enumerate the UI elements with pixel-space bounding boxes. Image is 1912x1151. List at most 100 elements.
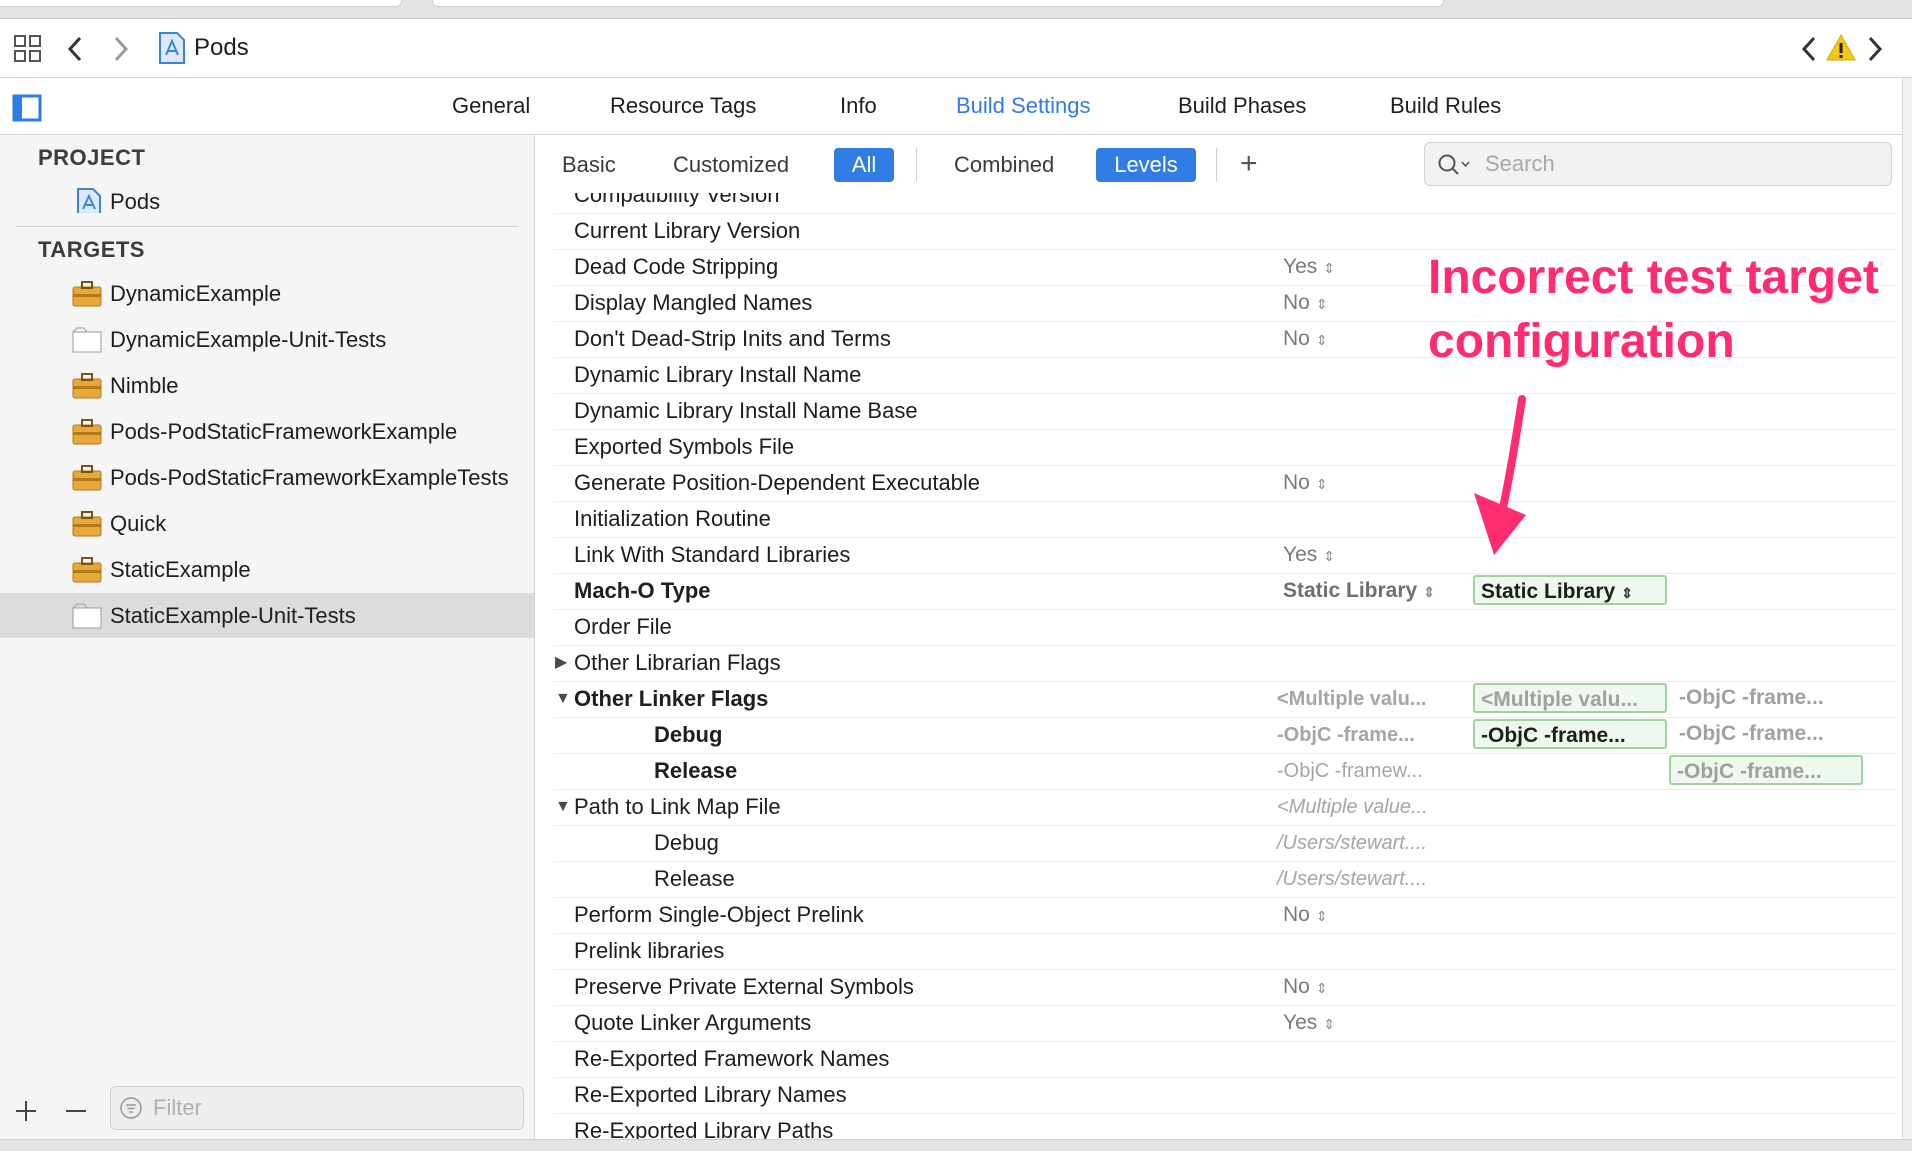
setting-row[interactable]: Debug -ObjC -frame... -ObjC -frame... -O… — [553, 717, 1896, 754]
filter-combined[interactable]: Combined — [954, 148, 1054, 182]
setting-name: Prelink libraries — [574, 938, 725, 963]
setting-row[interactable]: Release /Users/stewart.... — [553, 861, 1896, 898]
sidebar-filter-field[interactable]: Filter — [110, 1086, 524, 1130]
setting-row[interactable]: Preserve Private External Symbols No ⇕ — [553, 969, 1896, 1006]
setting-name: Order File — [574, 614, 672, 639]
setting-value[interactable]: Yes ⇕ — [1283, 1005, 1335, 1042]
remove-target-icon[interactable] — [64, 1099, 88, 1123]
setting-row[interactable]: ▶ Other Librarian Flags — [553, 645, 1896, 682]
window-tab-left[interactable] — [0, 0, 402, 7]
forward-arrow-icon[interactable] — [112, 35, 130, 63]
setting-value[interactable]: No ⇕ — [1283, 285, 1328, 322]
filter-basic[interactable]: Basic — [562, 148, 616, 182]
sidebar-item-target[interactable]: Quick — [0, 501, 534, 546]
project-level-value[interactable]: -ObjC -frame... — [1673, 719, 1830, 749]
prev-issue-icon[interactable] — [1800, 35, 1818, 63]
tab-info[interactable]: Info — [840, 78, 877, 134]
add-setting-button[interactable]: + — [1240, 144, 1258, 184]
setting-row[interactable]: Initialization Routine — [553, 501, 1896, 538]
setting-name: Generate Position-Dependent Executable — [574, 470, 981, 495]
setting-name: Other Linker Flags — [574, 686, 769, 711]
setting-value[interactable]: No ⇕ — [1283, 321, 1328, 358]
setting-row[interactable]: Release -ObjC -framew... -ObjC -frame... — [553, 753, 1896, 790]
setting-row[interactable]: Re-Exported Framework Names — [553, 1041, 1896, 1078]
next-issue-icon[interactable] — [1866, 35, 1884, 63]
setting-row[interactable]: Current Library Version — [553, 213, 1896, 250]
tab-general[interactable]: General — [452, 78, 530, 134]
setting-row[interactable]: Generate Position-Dependent Executable N… — [553, 465, 1896, 502]
sidebar-item-project-pods[interactable]: Pods — [0, 179, 534, 224]
stepper-icon: ⇕ — [1315, 332, 1328, 348]
window-bottom-strip — [0, 1139, 1912, 1151]
setting-value[interactable]: No ⇕ — [1283, 969, 1328, 1006]
disclosure-triangle-collapsed-icon[interactable]: ▶ — [555, 645, 567, 681]
filter-all[interactable]: All — [834, 148, 894, 182]
sidebar-item-target[interactable]: Pods-PodStaticFrameworkExampleTests — [0, 455, 534, 500]
setting-name: Dynamic Library Install Name — [574, 362, 862, 387]
setting-row[interactable]: Link With Standard Libraries Yes ⇕ — [553, 537, 1896, 574]
breadcrumb-pods[interactable]: Pods — [194, 19, 249, 77]
sidebar-item-target[interactable]: DynamicExample-Unit-Tests — [0, 317, 534, 362]
setting-value[interactable]: No ⇕ — [1283, 897, 1328, 934]
filter-customized[interactable]: Customized — [673, 148, 789, 182]
tab-resource-tags[interactable]: Resource Tags — [610, 78, 756, 134]
grid-icon[interactable] — [14, 35, 42, 63]
resolved-value: /Users/stewart.... — [1277, 868, 1428, 890]
setting-row[interactable]: Debug /Users/stewart.... — [553, 825, 1896, 862]
setting-row[interactable]: Perform Single-Object Prelink No ⇕ — [553, 897, 1896, 934]
project-level-value[interactable]: -ObjC -frame... — [1673, 683, 1830, 713]
sidebar-item-target-selected[interactable]: StaticExample-Unit-Tests — [0, 593, 534, 638]
filter-levels[interactable]: Levels — [1096, 148, 1196, 182]
tab-build-settings[interactable]: Build Settings — [956, 78, 1091, 134]
sidebar-item-target[interactable]: DynamicExample — [0, 271, 534, 316]
setting-row[interactable]: Compatibility Version — [553, 193, 1896, 214]
setting-row[interactable]: Re-Exported Library Names — [553, 1077, 1896, 1114]
setting-row-mach-o-type[interactable]: Mach-O Type Static Library ⇕ Static Libra… — [553, 573, 1896, 610]
resolved-value: <Multiple value... — [1277, 796, 1428, 818]
setting-value[interactable]: Yes ⇕ — [1283, 249, 1335, 286]
tab-build-rules[interactable]: Build Rules — [1390, 78, 1501, 134]
setting-value[interactable]: Yes ⇕ — [1283, 537, 1335, 574]
setting-name: Release — [654, 758, 738, 783]
setting-name: Dead Code Stripping — [574, 254, 779, 279]
stepper-icon: ⇕ — [1323, 1016, 1335, 1032]
setting-value[interactable]: No ⇕ — [1283, 465, 1328, 502]
target-level-value[interactable]: -ObjC -frame... — [1473, 719, 1667, 749]
warning-icon[interactable] — [1826, 33, 1856, 63]
segment-divider — [1216, 148, 1217, 182]
editor-tab-bar: General Resource Tags Info Build Setting… — [0, 78, 1912, 135]
back-arrow-icon[interactable] — [66, 35, 84, 63]
search-field[interactable]: Search — [1424, 142, 1892, 186]
add-target-icon[interactable] — [14, 1099, 38, 1123]
tab-build-phases[interactable]: Build Phases — [1178, 78, 1306, 134]
setting-row[interactable]: Prelink libraries — [553, 933, 1896, 970]
filter-icon — [120, 1097, 142, 1119]
target-level-value[interactable]: <Multiple valu... — [1473, 683, 1667, 713]
stepper-icon: ⇕ — [1315, 908, 1328, 924]
sidebar-item-target[interactable]: Nimble — [0, 363, 534, 408]
setting-name: Don't Dead-Strip Inits and Terms — [574, 326, 891, 351]
setting-name: Quote Linker Arguments — [574, 1010, 812, 1035]
segment-divider — [916, 148, 917, 182]
target-level-value[interactable]: Static Library ⇕ — [1473, 575, 1667, 605]
sidebar-item-target[interactable]: Pods-PodStaticFrameworkExample — [0, 409, 534, 454]
setting-row[interactable]: Quote Linker Arguments Yes ⇕ — [553, 1005, 1896, 1042]
setting-row[interactable]: Order File — [553, 609, 1896, 646]
setting-row[interactable]: ▼ Path to Link Map File <Multiple value.… — [553, 789, 1896, 826]
stepper-icon: ⇕ — [1423, 584, 1435, 600]
setting-row[interactable]: Dynamic Library Install Name Base — [553, 393, 1896, 430]
disclosure-triangle-expanded-icon[interactable]: ▼ — [555, 681, 571, 717]
sidebar-item-target[interactable]: StaticExample — [0, 547, 534, 592]
sidebar-item-label: DynamicExample-Unit-Tests — [110, 327, 387, 352]
jump-bar: Pods — [0, 19, 1912, 78]
project-level-value[interactable]: -ObjC -frame... — [1669, 755, 1863, 785]
filter-placeholder: Filter — [153, 1095, 202, 1120]
setting-name: Perform Single-Object Prelink — [574, 902, 864, 927]
setting-row-other-linker-flags[interactable]: ▼ Other Linker Flags <Multiple valu... <… — [553, 681, 1896, 718]
vertical-scrollbar[interactable] — [1902, 78, 1912, 1139]
sidebar-toggle-icon[interactable] — [12, 94, 42, 122]
disclosure-triangle-expanded-icon[interactable]: ▼ — [555, 789, 571, 825]
setting-row[interactable]: Re-Exported Library Paths — [553, 1113, 1896, 1139]
setting-row[interactable]: Exported Symbols File — [553, 429, 1896, 466]
window-tab-right[interactable] — [432, 0, 1444, 7]
